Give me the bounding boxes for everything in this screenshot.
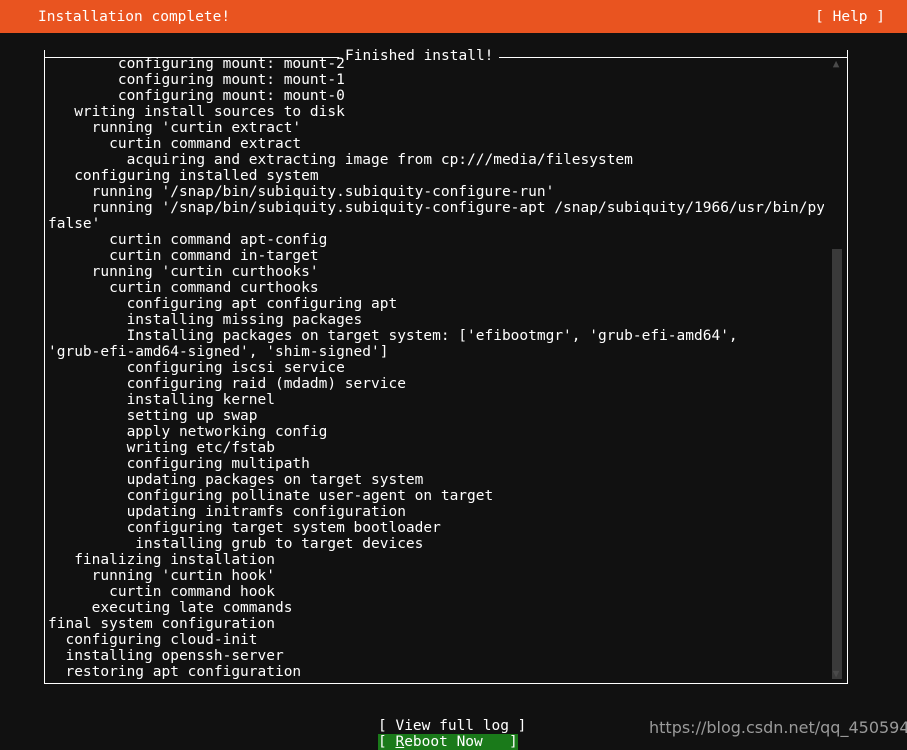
log-line: running 'curtin hook' xyxy=(48,568,275,584)
log-line: acquiring and extracting image from cp:/… xyxy=(48,152,633,168)
log-line: installing grub to target devices xyxy=(48,536,424,552)
log-line: configuring target system bootloader xyxy=(48,520,441,536)
scrollbar-thumb[interactable] xyxy=(832,249,842,679)
log-line: installing missing packages xyxy=(48,312,363,328)
log-line: restoring apt configuration xyxy=(48,664,302,680)
log-line: executing late commands xyxy=(48,600,293,616)
log-line: updating packages on target system xyxy=(48,472,424,488)
log-line: configuring installed system xyxy=(48,168,319,184)
view-full-log-button[interactable]: [ View full log ] xyxy=(378,718,526,734)
log-line: configuring cloud-init xyxy=(48,632,258,648)
help-button[interactable]: [ Help ] xyxy=(815,9,885,25)
log-line: configuring iscsi service xyxy=(48,360,345,376)
log-line: configuring multipath xyxy=(48,456,310,472)
log-line: finalizing installation xyxy=(48,552,275,568)
log-line: false' xyxy=(48,216,101,232)
log-line: setting up swap xyxy=(48,408,258,424)
log-line: apply networking config xyxy=(48,424,328,440)
log-line: updating initramfs configuration xyxy=(48,504,406,520)
log-line: writing install sources to disk xyxy=(48,104,345,120)
log-line: 'grub-efi-amd64-signed', 'shim-signed'] xyxy=(48,344,389,360)
log-line: running '/snap/bin/subiquity.subiquity-c… xyxy=(48,200,824,216)
scroll-down-arrow-icon[interactable]: ▼ xyxy=(830,668,842,680)
page-title: Installation complete! xyxy=(38,8,231,25)
install-log-scrollbar[interactable]: ▲ ▼ xyxy=(830,58,842,680)
log-line: configuring pollinate user-agent on targ… xyxy=(48,488,494,504)
log-line: configuring apt configuring apt xyxy=(48,296,398,312)
log-line: writing etc/fstab xyxy=(48,440,275,456)
log-line: running '/snap/bin/subiquity.subiquity-c… xyxy=(48,184,555,200)
watermark-text: https://blog.csdn.net/qq_45059457 xyxy=(649,718,907,737)
scrollbar-track[interactable] xyxy=(831,72,842,679)
installer-header-bar: Installation complete! [ Help ] xyxy=(0,0,907,33)
install-log-output[interactable]: configuring mount: mount-2 configuring m… xyxy=(48,56,824,680)
log-line: final system configuration xyxy=(48,616,275,632)
log-line: curtin command extract xyxy=(48,136,302,152)
scroll-up-arrow-icon[interactable]: ▲ xyxy=(830,58,842,70)
log-line: configuring raid (mdadm) service xyxy=(48,376,406,392)
log-line: curtin command in-target xyxy=(48,248,319,264)
log-line: running 'curtin curthooks' xyxy=(48,264,319,280)
log-line: curtin command hook xyxy=(48,584,275,600)
log-line: configuring mount: mount-2 xyxy=(48,56,345,72)
log-line: configuring mount: mount-1 xyxy=(48,72,345,88)
log-line: curtin command curthooks xyxy=(48,280,319,296)
log-line: running 'curtin extract' xyxy=(48,120,302,136)
log-line: installing openssh-server xyxy=(48,648,284,664)
log-line: curtin command apt-config xyxy=(48,232,328,248)
log-line: Installing packages on target system: ['… xyxy=(48,328,738,344)
log-line: installing kernel xyxy=(48,392,275,408)
log-line: configuring mount: mount-0 xyxy=(48,88,345,104)
